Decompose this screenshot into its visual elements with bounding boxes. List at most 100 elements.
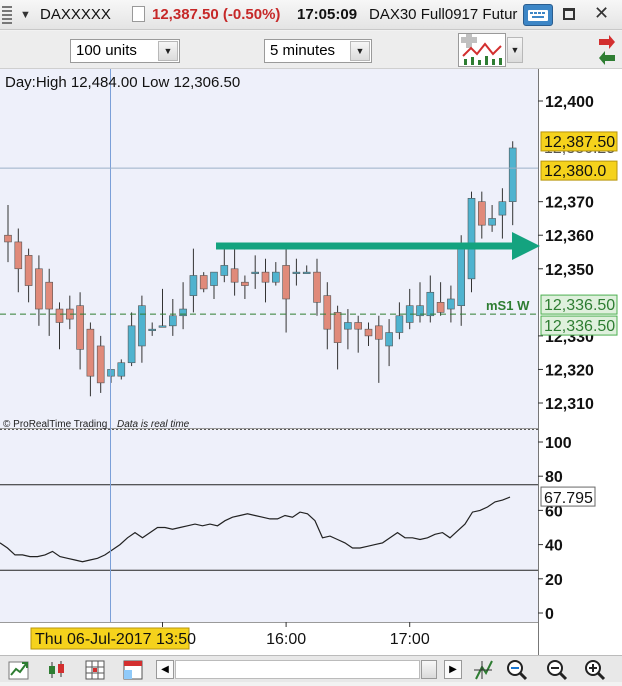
candle-body (467, 198, 476, 280)
candle-body (14, 241, 23, 270)
title-separator (132, 6, 145, 22)
pivot-label: mS1 W (486, 298, 530, 313)
indicator-button[interactable] (458, 33, 506, 67)
candle-body (282, 265, 290, 300)
candle-body (55, 308, 64, 323)
chart-area[interactable]: Day:High 12,484.00 Low 12,306.50 © ProRe… (0, 69, 622, 655)
instrument-description: DAX30 Full0917 Futur (369, 6, 518, 23)
candle-body (251, 271, 259, 274)
candle-body (169, 315, 177, 327)
candle-body (199, 275, 208, 290)
keyboard-icon[interactable] (523, 4, 553, 26)
sync-arrows-icon[interactable] (595, 33, 619, 67)
crosshair-date: Thu 06-Jul-2017 13:50 (35, 631, 196, 648)
candle-body (385, 332, 393, 347)
candle-body (498, 201, 507, 216)
time-tick-label: 17:00 (390, 631, 430, 648)
price-tick-label: 12,360 (545, 228, 594, 245)
candle-body (210, 271, 218, 286)
horizontal-scrollbar[interactable] (175, 660, 420, 679)
candle-body (4, 234, 12, 243)
zoom-in-icon[interactable] (584, 659, 606, 681)
tag-pivot: 12,336.50 (544, 297, 615, 314)
zoom-out-icon[interactable] (546, 659, 568, 681)
units-value: 100 units (76, 42, 137, 59)
candle-body (374, 325, 383, 340)
candle-body (354, 322, 363, 330)
candle-body (488, 218, 496, 226)
candle-body (313, 271, 321, 303)
candle-body (220, 265, 229, 276)
candle-body (508, 147, 517, 202)
candle-body (477, 201, 486, 226)
restore-icon[interactable] (563, 8, 575, 20)
interval-select[interactable]: 5 minutes ▼ (264, 39, 372, 63)
candle-body (96, 345, 105, 384)
candle-body (426, 291, 435, 317)
candle-body (179, 308, 187, 317)
osc-value: 67.795 (544, 490, 593, 507)
close-icon[interactable]: ✕ (594, 3, 609, 23)
scroll-left-button[interactable]: ◀ (156, 660, 174, 679)
candle-body (457, 244, 466, 306)
candle-body (24, 255, 33, 286)
scroll-thumb[interactable] (421, 660, 437, 679)
instrument-name[interactable]: DAXXXXX (40, 5, 111, 25)
candle-body (323, 295, 332, 330)
candle-body (45, 281, 54, 310)
candle-body (189, 275, 198, 296)
price-tick-label: 12,310 (545, 396, 594, 413)
status-bar: ◀ ▶ (0, 655, 622, 682)
indicator-dropdown-arrow[interactable]: ▼ (507, 37, 523, 63)
clock-time: 17:05:09 (297, 6, 358, 23)
price-change: 12,387.50 (-0.50%) (152, 6, 281, 23)
interval-value: 5 minutes (270, 42, 336, 59)
candle-body (364, 328, 373, 337)
chart-toolbar: 100 units ▼ 5 minutes ▼ ▼ (0, 31, 622, 69)
zoom-fit-icon[interactable] (506, 659, 528, 681)
candle-body (395, 315, 404, 333)
candle-body (333, 312, 342, 343)
tag-crosshair: 12,380.0 (544, 163, 606, 180)
panel-handle-icon[interactable] (2, 6, 12, 24)
price-tick-label: 12,400 (545, 94, 594, 111)
candle-body (117, 362, 126, 377)
dropdown-arrow-icon[interactable]: ▼ (20, 5, 31, 25)
scroll-right-button[interactable]: ▶ (444, 660, 462, 679)
osc-tick-label: 100 (545, 435, 572, 452)
day-high-low: Day:High 12,484.00 Low 12,306.50 (5, 74, 240, 91)
candle-body (127, 325, 136, 364)
candle-body (230, 268, 239, 283)
indicator-chart-icon (461, 34, 502, 65)
price-tick-label: 12,350 (545, 262, 594, 279)
grid-icon[interactable] (84, 659, 106, 681)
candles-icon[interactable] (46, 659, 68, 681)
price-tick-label: 12,370 (545, 195, 594, 212)
price-tick-label: 12,320 (545, 362, 594, 379)
candle-body (86, 328, 95, 377)
realtime-text: Data is real time (117, 419, 190, 430)
osc-tick-label: 0 (545, 606, 554, 623)
units-select[interactable]: 100 units ▼ (70, 39, 180, 63)
candle-body (241, 281, 249, 286)
candle-body (138, 305, 146, 347)
tag-pivot-2: 12,336.50 (544, 318, 615, 335)
time-tick-label: 16:00 (266, 631, 306, 648)
candle-body (447, 298, 455, 310)
layout-icon[interactable] (122, 659, 144, 681)
chevron-down-icon[interactable]: ▼ (350, 41, 370, 61)
crosshair-tool-icon[interactable] (472, 659, 494, 681)
candle-body (271, 271, 280, 283)
candle-body (76, 305, 84, 350)
candle-body (292, 271, 301, 274)
chevron-down-icon[interactable]: ▼ (158, 41, 178, 61)
title-bar: ▼ DAXXXXX 12,387.50 (-0.50%) 17:05:09 DA… (0, 0, 622, 30)
tag-last-price: 12,387.50 (544, 134, 615, 151)
candle-body (261, 271, 270, 283)
chart-icon[interactable] (8, 659, 30, 681)
candle-body (436, 302, 445, 313)
oscillator-panel-bg (0, 430, 538, 622)
candle-body (158, 325, 167, 328)
osc-tick-label: 80 (545, 469, 563, 486)
candle-body (35, 268, 43, 310)
